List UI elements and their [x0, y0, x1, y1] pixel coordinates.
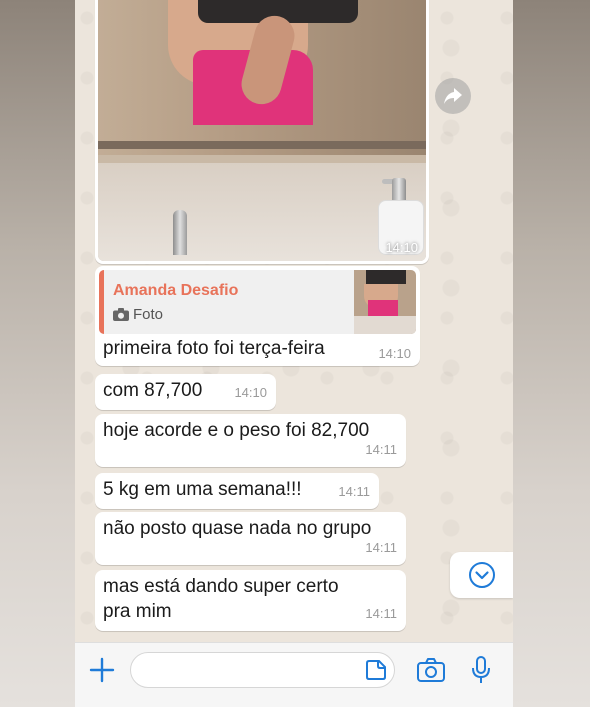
- message-bubble[interactable]: 5 kg em uma semana!!! 14:11: [95, 473, 379, 509]
- quoted-thumbnail: [354, 270, 416, 334]
- message-time: 14:11: [365, 442, 397, 457]
- camera-small-icon: [113, 308, 129, 321]
- forward-button[interactable]: [435, 78, 471, 114]
- message-text: mas está dando super certo pra mim: [103, 576, 339, 622]
- faucet: [173, 210, 187, 255]
- message-time: 14:11: [338, 484, 370, 499]
- quoted-kind: Foto: [133, 306, 164, 323]
- message-text: 5 kg em uma semana!!!: [103, 479, 302, 500]
- sticker-icon[interactable]: [366, 660, 386, 680]
- message-bubble[interactable]: não posto quase nada no grupo 14:11: [95, 512, 406, 565]
- camera-icon[interactable]: [417, 658, 445, 682]
- forward-icon: [444, 88, 462, 104]
- quoted-author: Amanda Desafio: [113, 282, 239, 299]
- message-bubble[interactable]: com 87,700 14:10: [95, 374, 276, 410]
- composer-bar: [75, 642, 513, 707]
- message-input[interactable]: [130, 652, 395, 688]
- message-text: não posto quase nada no grupo: [103, 518, 372, 539]
- photo-timestamp: 14:10: [385, 240, 418, 255]
- chevron-down-icon: [468, 562, 495, 588]
- chat-screen: 14:10 Amanda Desafio Foto primeira foto …: [75, 0, 513, 707]
- message-bubble[interactable]: hoje acorde e o peso foi 82,700 14:11: [95, 414, 406, 467]
- message-time: 14:11: [365, 606, 397, 621]
- quoted-message[interactable]: Amanda Desafio Foto: [99, 270, 416, 334]
- scroll-to-bottom-button[interactable]: [450, 552, 513, 598]
- message-time: 14:10: [378, 346, 411, 361]
- photo-message[interactable]: 14:10: [95, 0, 429, 264]
- message-time: 14:11: [365, 540, 397, 555]
- message-bubble[interactable]: mas está dando super certo pra mim 14:11: [95, 570, 406, 631]
- reply-message[interactable]: Amanda Desafio Foto primeira foto foi te…: [95, 266, 420, 366]
- photo-image[interactable]: 14:10: [98, 0, 426, 261]
- message-text: com 87,700: [103, 380, 203, 401]
- message-text: primeira foto foi terça-feira: [103, 338, 325, 359]
- message-text: hoje acorde e o peso foi 82,700: [103, 420, 370, 441]
- plus-icon[interactable]: [89, 657, 115, 683]
- mic-icon[interactable]: [471, 656, 491, 684]
- message-time: 14:10: [234, 385, 267, 400]
